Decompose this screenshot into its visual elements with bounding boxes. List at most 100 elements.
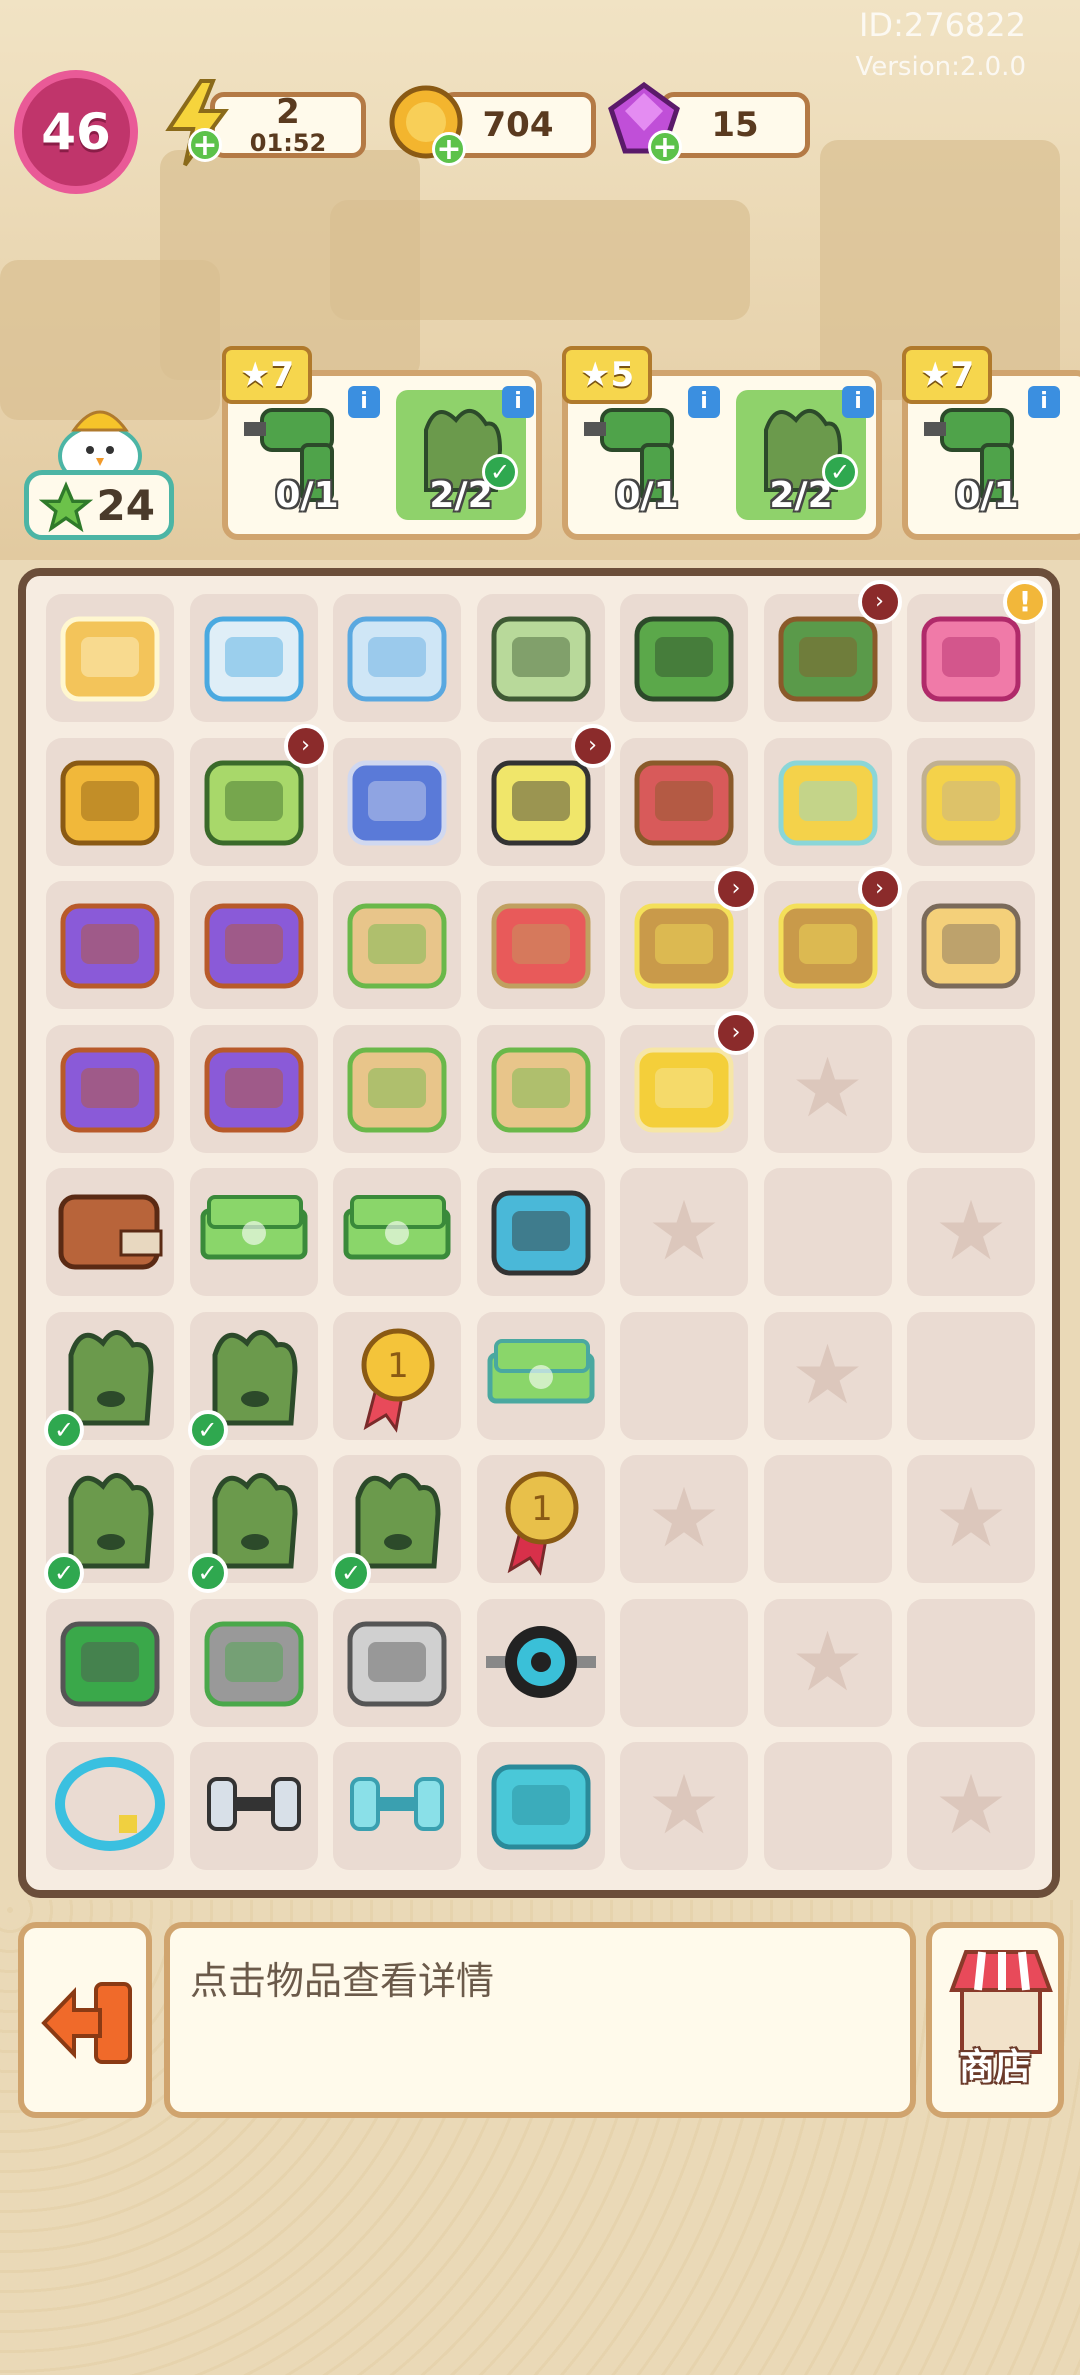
locked-star-cell[interactable]: [907, 1168, 1035, 1296]
board-cell[interactable]: ›: [620, 1010, 758, 1153]
level-badge[interactable]: 46: [14, 70, 138, 194]
locked-star-cell[interactable]: [907, 1742, 1035, 1870]
board-cell[interactable]: ›: [476, 723, 615, 866]
flower-basket-item[interactable]: ›: [762, 867, 902, 1009]
robot-vacuum-item[interactable]: [188, 590, 320, 722]
board-cell[interactable]: [907, 737, 1035, 866]
energy-plus-icon[interactable]: +: [188, 128, 222, 162]
order-card[interactable]: ★ 7 0/1 i: [902, 346, 1080, 540]
board-cell[interactable]: [46, 1168, 174, 1296]
dumbbells-item[interactable]: [188, 1738, 320, 1870]
empty-cell[interactable]: [620, 1311, 748, 1440]
duck-cart-item[interactable]: [44, 590, 176, 722]
wallet-item[interactable]: [44, 1164, 176, 1296]
chest-expander-item[interactable]: [331, 1595, 463, 1727]
cash-stack-item[interactable]: [188, 1164, 320, 1296]
empty-cell[interactable]: [907, 1024, 1035, 1153]
locked-star-cell[interactable]: [763, 1598, 892, 1727]
open-toolbox-item[interactable]: ›: [762, 580, 902, 722]
hiking-gear-item[interactable]: [188, 877, 320, 1009]
board-cell[interactable]: ✓: [331, 1455, 461, 1593]
mystery-crate-item[interactable]: [331, 877, 463, 1009]
pink-backpack-item[interactable]: !: [905, 580, 1047, 722]
hiking-gear-item[interactable]: [44, 877, 176, 1009]
board-cell[interactable]: 1: [333, 1311, 461, 1440]
hula-hoop-item[interactable]: [44, 1738, 176, 1870]
board-cell[interactable]: [46, 1024, 174, 1153]
cash-bills-item[interactable]: [475, 1308, 607, 1440]
board-cell[interactable]: ›: [620, 867, 758, 1009]
board-cell[interactable]: [333, 737, 461, 866]
coins-plus-icon[interactable]: +: [432, 132, 466, 166]
order-slot-drill[interactable]: 0/1 i: [582, 386, 720, 520]
board-cell[interactable]: [476, 1311, 605, 1440]
empty-cell[interactable]: [620, 1598, 748, 1727]
hacksaw-item[interactable]: [44, 1595, 176, 1727]
order-slot-gloves[interactable]: 2/2 i ✓: [736, 386, 874, 520]
board-cell[interactable]: [189, 594, 318, 722]
empty-pot-item[interactable]: [905, 734, 1037, 866]
board-cell[interactable]: [189, 1598, 318, 1727]
board-cell[interactable]: ›: [189, 723, 328, 866]
board-cell[interactable]: [620, 737, 748, 866]
board-cell[interactable]: [333, 1598, 461, 1727]
hiking-gear-item[interactable]: [44, 1021, 176, 1153]
board-cell[interactable]: 1: [476, 1455, 605, 1583]
board-cell[interactable]: [476, 1024, 605, 1153]
info-icon[interactable]: i: [1028, 386, 1060, 418]
cat-bed-item[interactable]: [905, 877, 1037, 1009]
board-cell[interactable]: [476, 594, 605, 722]
board-cell[interactable]: ›: [763, 867, 902, 1009]
hiking-gear-item[interactable]: [188, 1021, 320, 1153]
board-cell[interactable]: [907, 881, 1035, 1009]
board-cell[interactable]: [333, 1742, 461, 1870]
empty-cell[interactable]: [763, 1742, 892, 1870]
board-cell[interactable]: [189, 1024, 318, 1153]
gold-medal-item[interactable]: 1: [331, 1308, 463, 1440]
robot-vacuum-blue-item[interactable]: [331, 590, 463, 722]
board-cell[interactable]: [46, 737, 174, 866]
locked-star-cell[interactable]: [620, 1168, 748, 1296]
order-slot-drill[interactable]: 0/1 i: [922, 386, 1060, 520]
mystery-box-item[interactable]: [331, 734, 463, 866]
blue-dumbbells-item[interactable]: [331, 1738, 463, 1870]
locked-star-cell[interactable]: [620, 1455, 748, 1583]
board-cell[interactable]: [333, 1024, 461, 1153]
order-card[interactable]: ★ 5 0/1 i 2/2 i ✓: [562, 346, 882, 540]
info-icon[interactable]: i: [842, 386, 874, 418]
board-cell[interactable]: [333, 594, 461, 722]
board-cell[interactable]: !: [907, 580, 1047, 722]
empty-cell[interactable]: [763, 1168, 892, 1296]
drawer-cabinet-item[interactable]: [44, 734, 176, 866]
gas-mask-cart-item[interactable]: ›: [475, 723, 615, 866]
gloves-item[interactable]: ✓: [44, 1308, 176, 1450]
board-cell[interactable]: [46, 594, 174, 722]
board-cell[interactable]: [476, 1742, 605, 1870]
board-cell[interactable]: ✓: [44, 1311, 174, 1450]
green-toolbox-item[interactable]: [618, 590, 750, 722]
plant-pot-item[interactable]: [762, 734, 894, 866]
gloves-item[interactable]: ✓: [331, 1451, 463, 1593]
tool-wheelbarrow-item[interactable]: [618, 734, 750, 866]
exit-button[interactable]: [18, 1922, 152, 2118]
board-cell[interactable]: [189, 1742, 318, 1870]
mystery-crate-item[interactable]: [331, 1021, 463, 1153]
empty-cell[interactable]: [907, 1311, 1035, 1440]
board-cell[interactable]: [476, 1598, 605, 1727]
medal-ribbon-item[interactable]: 1: [475, 1451, 607, 1583]
resistance-band-item[interactable]: [475, 1738, 607, 1870]
laptop-item[interactable]: ›: [188, 723, 328, 866]
info-icon[interactable]: i: [348, 386, 380, 418]
board-cell[interactable]: [189, 881, 318, 1009]
mystery-crate-item[interactable]: [475, 1021, 607, 1153]
radio-item[interactable]: [475, 590, 607, 722]
locked-star-cell[interactable]: [907, 1455, 1035, 1583]
board-cell[interactable]: [763, 737, 892, 866]
yellow-box-item[interactable]: ›: [618, 1010, 758, 1153]
board-cell[interactable]: [46, 1742, 174, 1870]
board-cell[interactable]: [333, 881, 461, 1009]
board-cell[interactable]: [189, 1168, 318, 1296]
star-counter[interactable]: 24: [24, 400, 174, 540]
empty-cell[interactable]: [907, 1598, 1035, 1727]
ab-roller-item[interactable]: [475, 1595, 607, 1727]
